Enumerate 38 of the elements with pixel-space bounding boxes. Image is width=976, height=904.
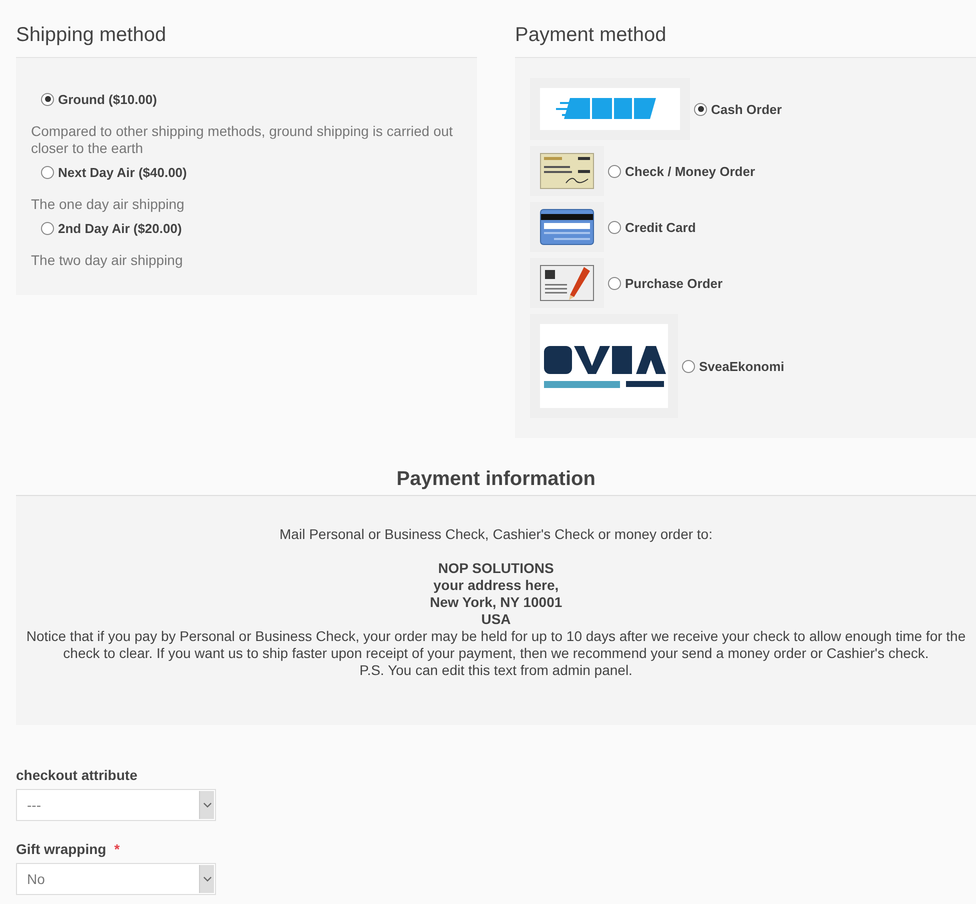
info-text: Notice that if you pay by Personal or Business Check, your order may be held for up to 10 days after we receive your check to allow enough time for the check to clear. If you want us to ship faster upon receipt of your payment, then we recommend your send a money order or Cashier's check.	[26, 628, 966, 662]
radio-button[interactable]	[694, 102, 707, 116]
info-text: Mail Personal or Business Check, Cashier's Check or money order to:	[278, 526, 714, 543]
dropdown[interactable]: ---	[16, 789, 216, 821]
info-text: New York, NY 10001	[428, 594, 564, 611]
svea-logo-icon	[540, 324, 668, 408]
radio-button[interactable]	[608, 276, 621, 290]
radio-button[interactable]	[41, 166, 54, 178]
option-description: The two day air shipping	[31, 252, 184, 269]
info-text: NOP SOLUTIONS	[437, 560, 555, 577]
field-label: checkout attribute	[16, 767, 138, 783]
required-mark: *	[114, 841, 120, 857]
option-label[interactable]: Ground ($10.00)	[58, 92, 157, 106]
credit-card-icon	[540, 209, 594, 245]
check-icon	[540, 153, 594, 189]
info-text: P.S. You can edit this text from admin panel.	[358, 662, 634, 679]
radio-button[interactable]	[41, 92, 54, 106]
chevron-down-icon[interactable]	[199, 865, 214, 893]
option-description: Compared to other shipping methods, ground shipping is carried out closer to the earth	[31, 123, 454, 157]
option-label[interactable]: Credit Card	[625, 220, 696, 234]
cash-logo-icon	[540, 88, 680, 130]
radio-button[interactable]	[41, 222, 54, 234]
option-label[interactable]: Next Day Air ($40.00)	[58, 164, 187, 180]
radio-button[interactable]	[608, 164, 621, 178]
radio-button[interactable]	[682, 360, 695, 372]
info-text: your address here,	[432, 577, 560, 594]
option-description: The one day air shipping	[31, 196, 186, 213]
option-label[interactable]: Check / Money Order	[625, 164, 756, 178]
chevron-down-icon[interactable]	[199, 791, 214, 819]
dropdown[interactable]: No	[16, 863, 216, 895]
document-pencil-icon	[540, 265, 594, 301]
option-label[interactable]: Cash Order	[711, 102, 782, 116]
option-label[interactable]: SveaEkonomi	[699, 358, 784, 374]
info-text: USA	[480, 611, 512, 628]
option-label[interactable]: Purchase Order	[625, 276, 723, 290]
radio-button[interactable]	[608, 220, 621, 234]
option-label[interactable]: 2nd Day Air ($20.00)	[58, 220, 182, 236]
field-label: Gift wrapping	[16, 841, 106, 857]
